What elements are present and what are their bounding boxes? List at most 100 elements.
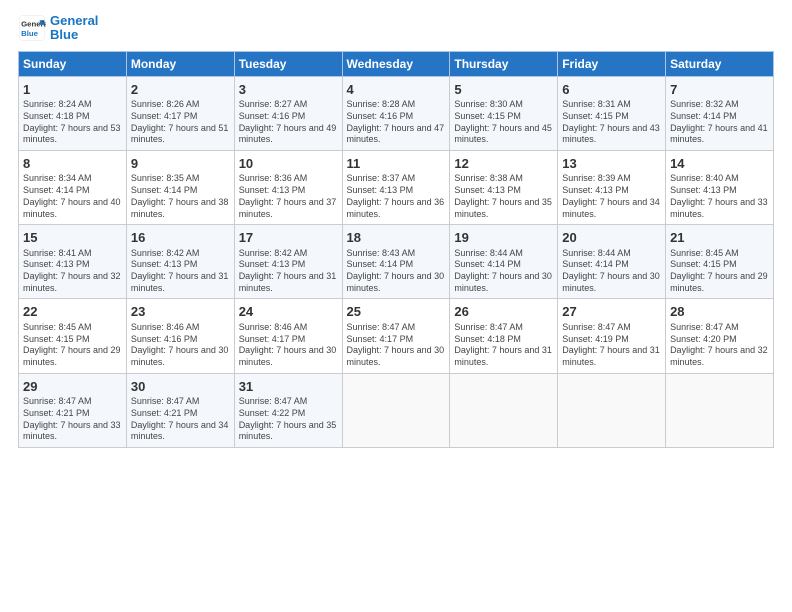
day-info: Sunrise: 8:31 AMSunset: 4:15 PMDaylight:… <box>562 99 661 146</box>
day-info: Sunrise: 8:42 AMSunset: 4:13 PMDaylight:… <box>239 248 338 295</box>
day-info: Sunrise: 8:30 AMSunset: 4:15 PMDaylight:… <box>454 99 553 146</box>
calendar-cell: 6Sunrise: 8:31 AMSunset: 4:15 PMDaylight… <box>558 76 666 150</box>
day-number: 8 <box>23 155 122 173</box>
day-number: 14 <box>670 155 769 173</box>
day-number: 11 <box>347 155 446 173</box>
day-info: Sunrise: 8:45 AMSunset: 4:15 PMDaylight:… <box>670 248 769 295</box>
day-number: 23 <box>131 303 230 321</box>
week-row-2: 8Sunrise: 8:34 AMSunset: 4:14 PMDaylight… <box>19 150 774 224</box>
column-header-wednesday: Wednesday <box>342 51 450 76</box>
day-info: Sunrise: 8:39 AMSunset: 4:13 PMDaylight:… <box>562 173 661 220</box>
day-number: 12 <box>454 155 553 173</box>
day-number: 28 <box>670 303 769 321</box>
column-header-tuesday: Tuesday <box>234 51 342 76</box>
day-info: Sunrise: 8:40 AMSunset: 4:13 PMDaylight:… <box>670 173 769 220</box>
day-info: Sunrise: 8:34 AMSunset: 4:14 PMDaylight:… <box>23 173 122 220</box>
day-number: 9 <box>131 155 230 173</box>
calendar-cell: 26Sunrise: 8:47 AMSunset: 4:18 PMDayligh… <box>450 299 558 373</box>
day-number: 4 <box>347 81 446 99</box>
day-number: 1 <box>23 81 122 99</box>
day-number: 17 <box>239 229 338 247</box>
day-info: Sunrise: 8:47 AMSunset: 4:21 PMDaylight:… <box>23 396 122 443</box>
day-number: 15 <box>23 229 122 247</box>
column-header-saturday: Saturday <box>666 51 774 76</box>
day-number: 27 <box>562 303 661 321</box>
svg-text:Blue: Blue <box>21 29 39 38</box>
calendar-cell: 3Sunrise: 8:27 AMSunset: 4:16 PMDaylight… <box>234 76 342 150</box>
logo: General Blue General Blue <box>18 14 98 43</box>
calendar-cell: 23Sunrise: 8:46 AMSunset: 4:16 PMDayligh… <box>126 299 234 373</box>
day-number: 29 <box>23 378 122 396</box>
week-row-5: 29Sunrise: 8:47 AMSunset: 4:21 PMDayligh… <box>19 373 774 447</box>
day-info: Sunrise: 8:47 AMSunset: 4:20 PMDaylight:… <box>670 322 769 369</box>
calendar-cell: 13Sunrise: 8:39 AMSunset: 4:13 PMDayligh… <box>558 150 666 224</box>
day-info: Sunrise: 8:41 AMSunset: 4:13 PMDaylight:… <box>23 248 122 295</box>
day-number: 10 <box>239 155 338 173</box>
day-info: Sunrise: 8:47 AMSunset: 4:17 PMDaylight:… <box>347 322 446 369</box>
day-info: Sunrise: 8:28 AMSunset: 4:16 PMDaylight:… <box>347 99 446 146</box>
day-number: 22 <box>23 303 122 321</box>
day-info: Sunrise: 8:45 AMSunset: 4:15 PMDaylight:… <box>23 322 122 369</box>
calendar-cell: 4Sunrise: 8:28 AMSunset: 4:16 PMDaylight… <box>342 76 450 150</box>
day-number: 31 <box>239 378 338 396</box>
day-number: 26 <box>454 303 553 321</box>
day-info: Sunrise: 8:36 AMSunset: 4:13 PMDaylight:… <box>239 173 338 220</box>
day-info: Sunrise: 8:47 AMSunset: 4:19 PMDaylight:… <box>562 322 661 369</box>
calendar-cell: 8Sunrise: 8:34 AMSunset: 4:14 PMDaylight… <box>19 150 127 224</box>
week-row-1: 1Sunrise: 8:24 AMSunset: 4:18 PMDaylight… <box>19 76 774 150</box>
calendar-cell: 19Sunrise: 8:44 AMSunset: 4:14 PMDayligh… <box>450 225 558 299</box>
calendar-table: SundayMondayTuesdayWednesdayThursdayFrid… <box>18 51 774 448</box>
calendar-cell: 17Sunrise: 8:42 AMSunset: 4:13 PMDayligh… <box>234 225 342 299</box>
day-info: Sunrise: 8:38 AMSunset: 4:13 PMDaylight:… <box>454 173 553 220</box>
calendar-cell: 5Sunrise: 8:30 AMSunset: 4:15 PMDaylight… <box>450 76 558 150</box>
calendar-cell: 7Sunrise: 8:32 AMSunset: 4:14 PMDaylight… <box>666 76 774 150</box>
calendar-cell: 11Sunrise: 8:37 AMSunset: 4:13 PMDayligh… <box>342 150 450 224</box>
header-row: SundayMondayTuesdayWednesdayThursdayFrid… <box>19 51 774 76</box>
calendar-cell: 2Sunrise: 8:26 AMSunset: 4:17 PMDaylight… <box>126 76 234 150</box>
day-info: Sunrise: 8:43 AMSunset: 4:14 PMDaylight:… <box>347 248 446 295</box>
day-number: 24 <box>239 303 338 321</box>
calendar-cell: 10Sunrise: 8:36 AMSunset: 4:13 PMDayligh… <box>234 150 342 224</box>
day-number: 6 <box>562 81 661 99</box>
day-number: 2 <box>131 81 230 99</box>
day-number: 21 <box>670 229 769 247</box>
day-info: Sunrise: 8:27 AMSunset: 4:16 PMDaylight:… <box>239 99 338 146</box>
header: General Blue General Blue <box>18 14 774 43</box>
day-number: 7 <box>670 81 769 99</box>
calendar-cell <box>450 373 558 447</box>
day-info: Sunrise: 8:47 AMSunset: 4:21 PMDaylight:… <box>131 396 230 443</box>
calendar-cell: 31Sunrise: 8:47 AMSunset: 4:22 PMDayligh… <box>234 373 342 447</box>
calendar-cell: 29Sunrise: 8:47 AMSunset: 4:21 PMDayligh… <box>19 373 127 447</box>
day-number: 25 <box>347 303 446 321</box>
day-number: 13 <box>562 155 661 173</box>
calendar-cell: 12Sunrise: 8:38 AMSunset: 4:13 PMDayligh… <box>450 150 558 224</box>
calendar-cell: 22Sunrise: 8:45 AMSunset: 4:15 PMDayligh… <box>19 299 127 373</box>
day-info: Sunrise: 8:46 AMSunset: 4:17 PMDaylight:… <box>239 322 338 369</box>
day-info: Sunrise: 8:44 AMSunset: 4:14 PMDaylight:… <box>454 248 553 295</box>
day-info: Sunrise: 8:24 AMSunset: 4:18 PMDaylight:… <box>23 99 122 146</box>
day-info: Sunrise: 8:26 AMSunset: 4:17 PMDaylight:… <box>131 99 230 146</box>
calendar-cell: 30Sunrise: 8:47 AMSunset: 4:21 PMDayligh… <box>126 373 234 447</box>
day-info: Sunrise: 8:42 AMSunset: 4:13 PMDaylight:… <box>131 248 230 295</box>
calendar-cell: 25Sunrise: 8:47 AMSunset: 4:17 PMDayligh… <box>342 299 450 373</box>
day-info: Sunrise: 8:35 AMSunset: 4:14 PMDaylight:… <box>131 173 230 220</box>
calendar-cell: 21Sunrise: 8:45 AMSunset: 4:15 PMDayligh… <box>666 225 774 299</box>
calendar-cell: 24Sunrise: 8:46 AMSunset: 4:17 PMDayligh… <box>234 299 342 373</box>
column-header-monday: Monday <box>126 51 234 76</box>
week-row-3: 15Sunrise: 8:41 AMSunset: 4:13 PMDayligh… <box>19 225 774 299</box>
day-number: 16 <box>131 229 230 247</box>
calendar-cell: 16Sunrise: 8:42 AMSunset: 4:13 PMDayligh… <box>126 225 234 299</box>
calendar-cell: 14Sunrise: 8:40 AMSunset: 4:13 PMDayligh… <box>666 150 774 224</box>
day-info: Sunrise: 8:37 AMSunset: 4:13 PMDaylight:… <box>347 173 446 220</box>
calendar-cell: 15Sunrise: 8:41 AMSunset: 4:13 PMDayligh… <box>19 225 127 299</box>
day-info: Sunrise: 8:46 AMSunset: 4:16 PMDaylight:… <box>131 322 230 369</box>
day-info: Sunrise: 8:47 AMSunset: 4:22 PMDaylight:… <box>239 396 338 443</box>
calendar-cell: 27Sunrise: 8:47 AMSunset: 4:19 PMDayligh… <box>558 299 666 373</box>
calendar-cell: 1Sunrise: 8:24 AMSunset: 4:18 PMDaylight… <box>19 76 127 150</box>
week-row-4: 22Sunrise: 8:45 AMSunset: 4:15 PMDayligh… <box>19 299 774 373</box>
calendar-cell: 28Sunrise: 8:47 AMSunset: 4:20 PMDayligh… <box>666 299 774 373</box>
day-info: Sunrise: 8:47 AMSunset: 4:18 PMDaylight:… <box>454 322 553 369</box>
calendar-cell <box>342 373 450 447</box>
column-header-thursday: Thursday <box>450 51 558 76</box>
day-info: Sunrise: 8:44 AMSunset: 4:14 PMDaylight:… <box>562 248 661 295</box>
